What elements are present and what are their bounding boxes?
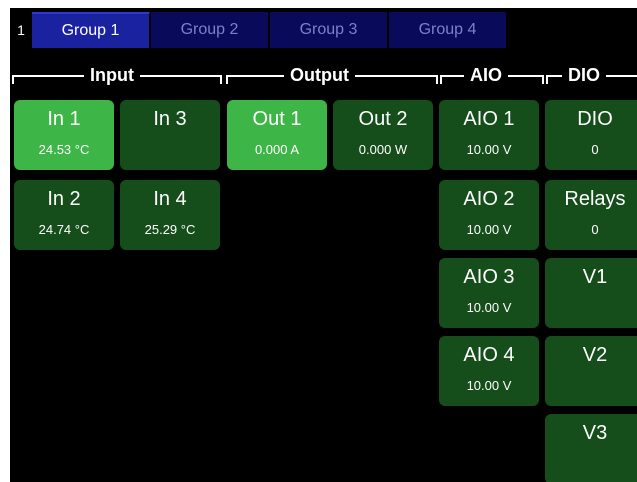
tile-value: 10.00 V: [466, 142, 512, 157]
tile-name: DIO: [577, 108, 613, 130]
section-divider-tick: [436, 75, 438, 84]
tile-value: 24.53 °C: [38, 142, 90, 157]
tile-v1[interactable]: V1: [545, 258, 637, 328]
tile-aio-4[interactable]: AIO 4 10.00 V: [439, 336, 539, 406]
section-title-output: Output: [284, 62, 355, 88]
hmi-screen: 1 Group 1 Group 2 Group 3 Group 4 Input …: [10, 8, 637, 482]
tile-name: AIO 1: [463, 108, 515, 130]
tile-value: 10.00 V: [466, 222, 512, 237]
tile-in-2[interactable]: In 2 24.74 °C: [14, 180, 114, 250]
tab-bar: 1 Group 1 Group 2 Group 3 Group 4: [10, 8, 637, 48]
tile-value: 10.00 V: [466, 300, 512, 315]
tile-name: AIO 3: [463, 266, 515, 288]
tab-group-2[interactable]: Group 2: [151, 12, 269, 48]
tile-name: In 1: [47, 108, 81, 130]
tile-name: AIO 4: [463, 344, 515, 366]
section-divider-tick: [440, 75, 442, 84]
tile-v3[interactable]: V3: [545, 414, 637, 482]
tile-name: Out 1: [252, 108, 302, 130]
tile-value: 0.000 A: [254, 142, 300, 157]
tile-name: V1: [582, 266, 608, 288]
tile-name: In 2: [47, 188, 81, 210]
section-title-dio: DIO: [562, 62, 607, 88]
tile-name: Relays: [564, 188, 626, 210]
tile-in-4[interactable]: In 4 25.29 °C: [120, 180, 220, 250]
tile-relays[interactable]: Relays 0: [545, 180, 637, 250]
tile-v2[interactable]: V2: [545, 336, 637, 406]
tile-in-3[interactable]: In 3: [120, 100, 220, 170]
section-divider-tick: [226, 75, 228, 84]
tile-aio-1[interactable]: AIO 1 10.00 V: [439, 100, 539, 170]
tab-group-3[interactable]: Group 3: [270, 12, 388, 48]
tile-value: 10.00 V: [466, 378, 512, 393]
tile-value: 0: [591, 142, 599, 157]
section-divider-tick: [12, 75, 14, 84]
tile-out-2[interactable]: Out 2 0.000 W: [333, 100, 433, 170]
tile-name: AIO 2: [463, 188, 515, 210]
tile-name: V2: [582, 344, 608, 366]
tile-value: 24.74 °C: [38, 222, 90, 237]
section-divider-tick: [220, 75, 222, 84]
tab-group-4[interactable]: Group 4: [389, 12, 507, 48]
section-header-output: Output: [226, 62, 438, 88]
section-title-input: Input: [84, 62, 140, 88]
section-divider-tick: [542, 75, 544, 84]
tile-out-1[interactable]: Out 1 0.000 A: [227, 100, 327, 170]
section-title-aio: AIO: [464, 62, 509, 88]
section-header-dio: DIO: [546, 62, 637, 88]
tile-name: Out 2: [358, 108, 408, 130]
tile-dio[interactable]: DIO 0: [545, 100, 637, 170]
tile-name: In 3: [153, 108, 187, 130]
tab-group-1[interactable]: Group 1: [32, 12, 150, 48]
section-header-aio: AIO: [440, 62, 544, 88]
tile-value: 0: [591, 222, 599, 237]
tile-value: 0.000 W: [358, 142, 408, 157]
tab-index-label: 1: [17, 22, 25, 38]
tile-aio-2[interactable]: AIO 2 10.00 V: [439, 180, 539, 250]
tile-value: 25.29 °C: [144, 222, 196, 237]
section-divider-tick: [546, 75, 548, 84]
tile-aio-3[interactable]: AIO 3 10.00 V: [439, 258, 539, 328]
tile-name: In 4: [153, 188, 187, 210]
section-header-input: Input: [12, 62, 222, 88]
tile-name: V3: [582, 422, 608, 444]
tile-in-1[interactable]: In 1 24.53 °C: [14, 100, 114, 170]
